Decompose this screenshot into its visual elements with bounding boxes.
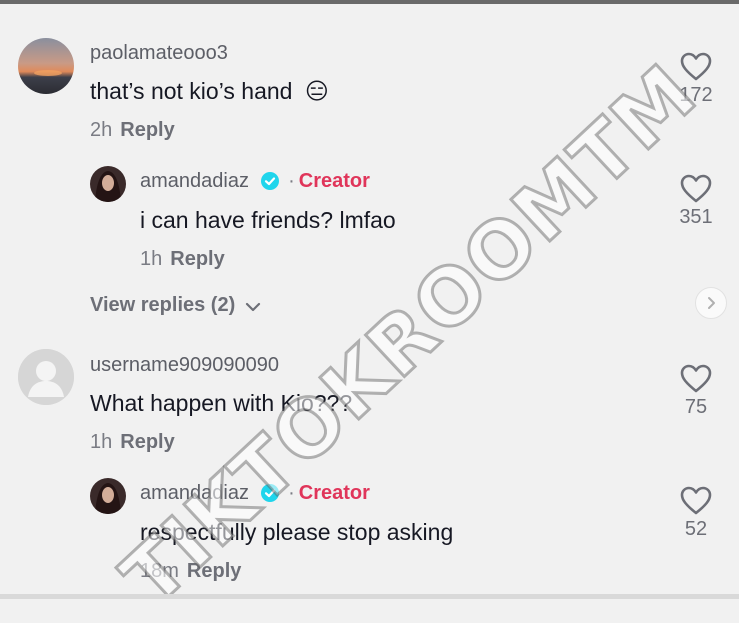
profile-avatar-image <box>90 478 126 514</box>
chevron-down-icon <box>245 302 260 312</box>
sunset-avatar-image <box>18 38 74 94</box>
like-button[interactable]: 52 <box>671 486 721 541</box>
comment-meta: 1h Reply <box>90 431 175 454</box>
verified-badge-icon <box>260 172 279 190</box>
like-button[interactable]: 351 <box>671 174 721 229</box>
reply-username[interactable]: amandadiaz <box>140 170 249 192</box>
separator-dot: · <box>288 482 295 504</box>
top-edge-bar <box>0 0 739 4</box>
comment-time: 1h <box>140 248 163 270</box>
avatar[interactable] <box>18 349 74 405</box>
comment-username[interactable]: paolamateooo3 <box>90 42 228 65</box>
creator-label: Creator <box>298 170 370 192</box>
comment-text: that’s not kio’s hand 😑 <box>90 78 329 105</box>
reply-button[interactable]: Reply <box>120 431 174 453</box>
comment-meta: 1h Reply <box>140 248 225 271</box>
comment-text: What happen with Kio??? <box>90 390 353 416</box>
scroll-right-button[interactable] <box>695 287 727 319</box>
creator-label: Creator <box>298 482 370 504</box>
comment-meta: 18m Reply <box>140 560 241 583</box>
comment-text-body: that’s not kio’s hand <box>90 78 293 104</box>
heart-icon <box>680 52 712 81</box>
view-replies-label: View replies (2) <box>90 294 236 316</box>
reply-button[interactable]: Reply <box>170 248 224 270</box>
heart-icon <box>680 486 712 515</box>
comment-username: amandadiaz · Creator <box>140 170 370 193</box>
comment-time: 1h <box>90 431 113 453</box>
heart-icon <box>680 364 712 393</box>
comment-text: respectfully please stop asking <box>140 519 454 545</box>
avatar[interactable] <box>18 38 74 94</box>
like-button[interactable]: 75 <box>671 364 721 419</box>
chevron-right-icon <box>708 297 715 309</box>
separator-dot: · <box>288 170 295 192</box>
expressionless-emoji: 😑 <box>304 78 329 104</box>
avatar[interactable] <box>90 166 126 202</box>
bottom-edge-bar <box>0 594 739 599</box>
like-count: 75 <box>684 396 708 418</box>
comment-time: 2h <box>90 119 113 141</box>
like-count: 351 <box>679 206 713 228</box>
view-replies-button[interactable]: View replies (2) <box>90 294 261 317</box>
default-user-icon <box>18 349 74 405</box>
like-count: 172 <box>679 84 713 106</box>
reply-button[interactable]: Reply <box>120 119 174 141</box>
verified-badge-icon <box>260 484 279 502</box>
like-count: 52 <box>684 518 708 540</box>
comment-username: amandadiaz · Creator <box>140 482 370 505</box>
reply-button[interactable]: Reply <box>187 560 241 582</box>
comment-time: 18m <box>140 560 179 582</box>
like-button[interactable]: 172 <box>671 52 721 107</box>
comment-username[interactable]: username909090090 <box>90 354 279 377</box>
avatar[interactable] <box>90 478 126 514</box>
heart-icon <box>680 174 712 203</box>
comment-text: i can have friends? lmfao <box>140 207 396 233</box>
profile-avatar-image <box>90 166 126 202</box>
comment-meta: 2h Reply <box>90 119 175 142</box>
reply-username[interactable]: amandadiaz <box>140 482 249 504</box>
